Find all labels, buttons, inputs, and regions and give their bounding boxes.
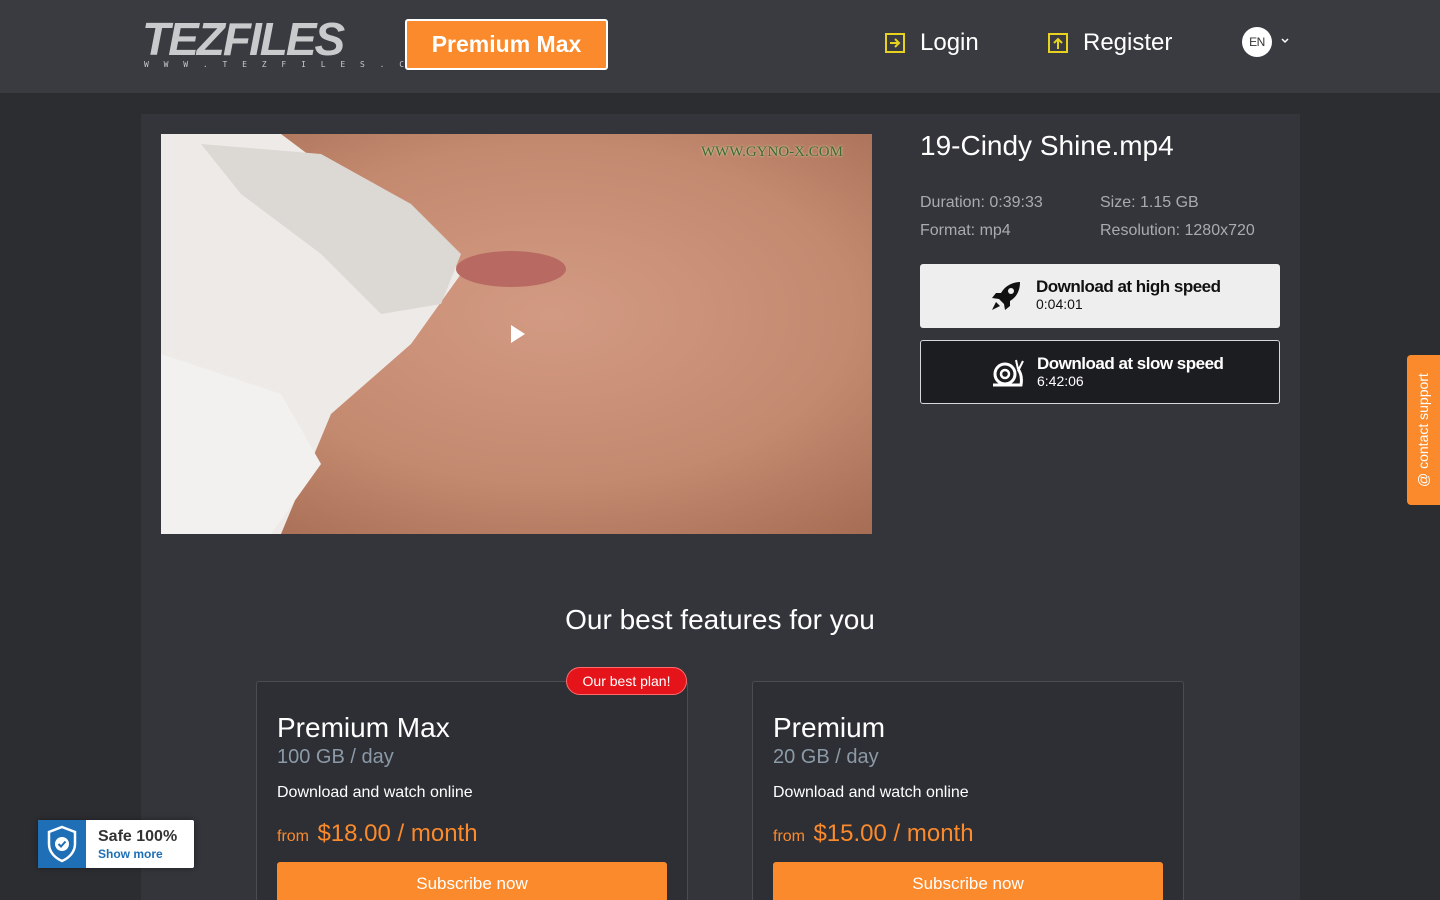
plan-quota: 100 GB / day (277, 746, 394, 768)
chevron-down-icon[interactable] (1280, 36, 1290, 46)
plan-description: Download and watch online (773, 784, 969, 801)
price-amount: $18.00 / month (317, 820, 478, 847)
download-high-speed-button[interactable]: Download at high speed 0:04:01 (920, 264, 1280, 328)
snail-icon (993, 359, 1024, 387)
plan-card-premium: Premium 20 GB / day Download and watch o… (752, 681, 1184, 900)
play-icon[interactable] (511, 325, 525, 343)
download-slow-speed-time: 6:42:06 (1037, 373, 1084, 389)
premium-max-button[interactable]: Premium Max (405, 19, 608, 70)
download-slow-speed-label: Download at slow speed (1037, 354, 1224, 373)
download-slow-speed-button[interactable]: Download at slow speed 6:42:06 (920, 340, 1280, 404)
file-size: Size: 1.15 GB (1100, 194, 1199, 211)
download-high-speed-label: Download at high speed (1036, 277, 1221, 296)
subscribe-button[interactable]: Subscribe now (773, 862, 1163, 900)
login-link[interactable]: Login (884, 26, 979, 60)
shield-check-icon (47, 825, 77, 863)
file-title: 19-Cindy Shine.mp4 (920, 130, 1174, 161)
video-watermark: WWW.GYNO-X.COM (701, 144, 843, 160)
register-link[interactable]: Register (1047, 26, 1172, 60)
download-high-speed-time: 0:04:01 (1036, 296, 1083, 312)
plan-price: from $15.00 / month (773, 820, 974, 848)
safe-badge-title: Safe 100% (98, 828, 178, 845)
logo-text: TEZFILES (142, 13, 345, 65)
file-duration: Duration: 0:39:33 (920, 194, 1043, 211)
logo-subtext: W W W . T E Z F I L E S . C O M (144, 60, 449, 69)
language-selector[interactable]: EN (1242, 27, 1272, 57)
site-header: TEZFILES W W W . T E Z F I L E S . C O M… (0, 0, 1440, 93)
rocket-icon (992, 282, 1020, 310)
subscribe-button[interactable]: Subscribe now (277, 862, 667, 900)
contact-support-label: @ contact support (1415, 373, 1431, 487)
login-icon (885, 33, 905, 53)
plan-name: Premium Max (277, 712, 450, 743)
price-from-label: from (773, 828, 805, 845)
login-label: Login (920, 29, 979, 56)
price-from-label: from (277, 828, 309, 845)
plan-card-premium-max: Premium Max 100 GB / day Download and wa… (256, 681, 688, 900)
plan-price: from $18.00 / month (277, 820, 478, 848)
safe-badge[interactable]: Safe 100% Show more (38, 820, 194, 868)
file-format: Format: mp4 (920, 222, 1011, 239)
plan-name: Premium (773, 712, 886, 743)
plan-quota: 20 GB / day (773, 746, 879, 768)
best-plan-badge: Our best plan! (566, 667, 687, 695)
shield-box (38, 820, 86, 868)
contact-support-tab[interactable]: @ contact support (1407, 355, 1440, 505)
plan-description: Download and watch online (277, 784, 473, 801)
register-icon (1048, 33, 1068, 53)
price-amount: $15.00 / month (813, 820, 974, 847)
file-resolution: Resolution: 1280x720 (1100, 222, 1255, 239)
register-label: Register (1083, 29, 1173, 56)
site-logo[interactable]: TEZFILES W W W . T E Z F I L E S . C O M (142, 16, 443, 72)
features-title: Our best features for you (565, 604, 875, 635)
safe-badge-link[interactable]: Show more (98, 847, 163, 861)
